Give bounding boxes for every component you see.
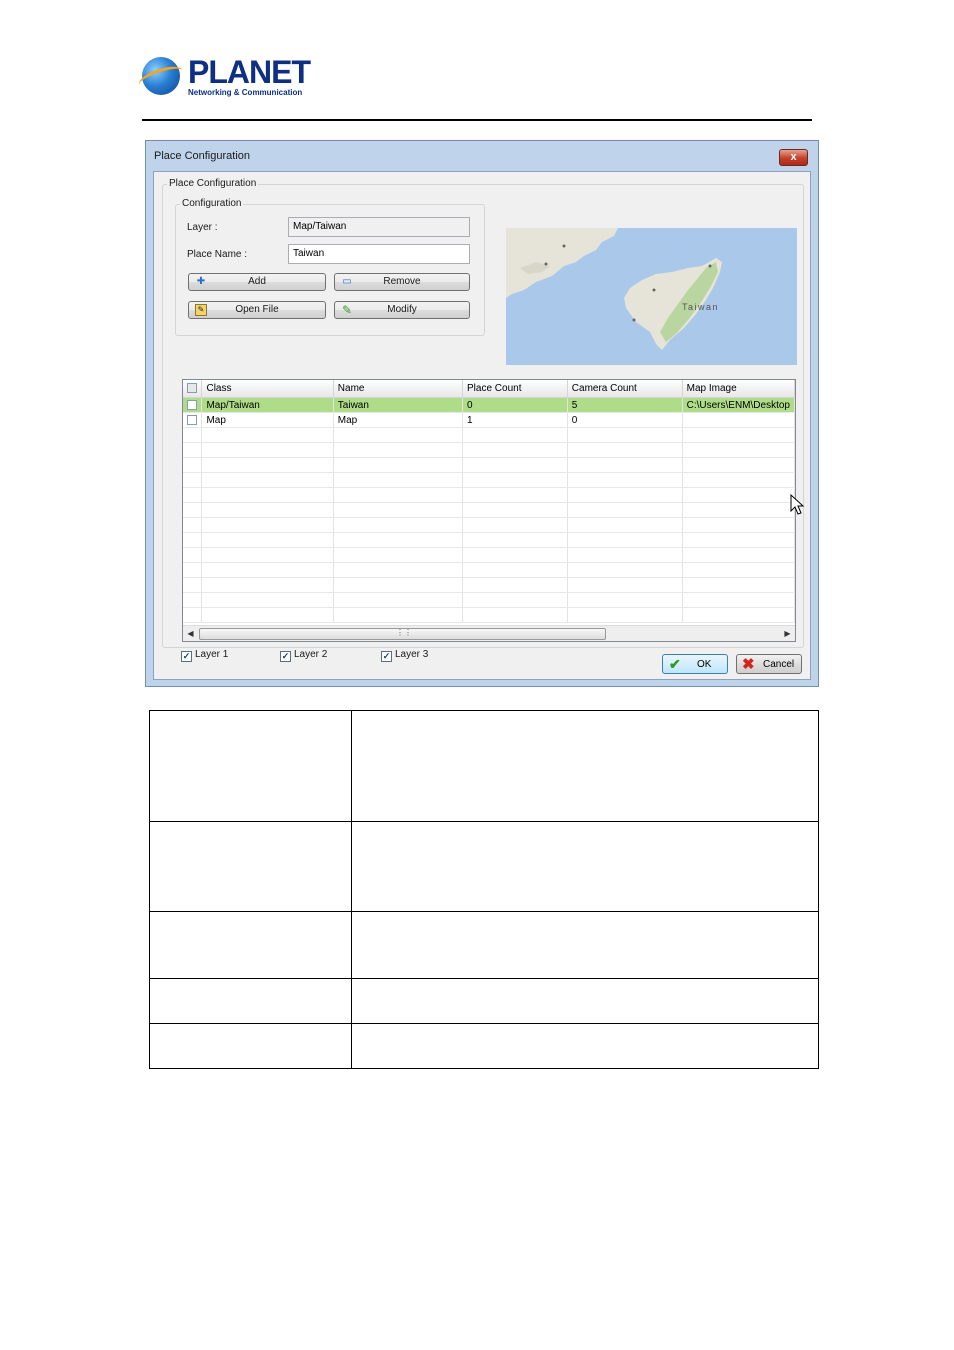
check-icon: ✓ [381, 651, 392, 662]
close-button[interactable]: x [779, 149, 808, 166]
column-header-place-count[interactable]: Place Count [462, 380, 568, 398]
cell-camera-count: 0 [567, 412, 683, 428]
table-row[interactable]: Map Map 1 0 [183, 412, 795, 428]
layer-1-label: Layer 1 [195, 649, 229, 660]
empty-row [183, 562, 795, 578]
table-row [149, 911, 819, 979]
cell-place-count: 0 [462, 397, 568, 413]
add-button[interactable]: ✚ Add [188, 273, 326, 291]
column-header-camera-count[interactable]: Camera Count [567, 380, 683, 398]
empty-row [183, 517, 795, 533]
mouse-cursor-icon [790, 494, 805, 515]
empty-row [183, 487, 795, 503]
map-country-label: Taiwan [682, 302, 719, 312]
table-row [149, 1023, 819, 1069]
column-header-name[interactable]: Name [333, 380, 464, 398]
planet-logo: PLANET Networking & Communication [136, 54, 312, 101]
empty-row [183, 502, 795, 518]
cell-camera-count: 5 [567, 397, 683, 413]
modify-button-label: Modify [387, 304, 417, 315]
place-name-input[interactable]: Taiwan [288, 244, 470, 264]
dialog-title: Place Configuration [154, 150, 251, 162]
cell-name: Taiwan [333, 397, 464, 413]
open-file-button[interactable]: ✎ Open File [188, 301, 326, 319]
configuration-group-label: Configuration [180, 198, 244, 209]
open-file-button-label: Open File [235, 304, 279, 315]
remove-button-label: Remove [383, 276, 421, 287]
check-icon: ✓ [181, 651, 192, 662]
layer-label: Layer : [187, 222, 218, 233]
grid-header-row: Class Name Place Count Camera Count Map … [183, 380, 795, 398]
layer-2-label: Layer 2 [294, 649, 328, 660]
add-button-label: Add [248, 276, 266, 287]
outer-group-label: Place Configuration [167, 178, 259, 189]
places-grid: Class Name Place Count Camera Count Map … [182, 379, 796, 642]
ok-button[interactable]: ✔ OK [662, 654, 728, 674]
select-all-checkbox[interactable] [183, 380, 203, 398]
modify-button[interactable]: ✎ Modify [334, 301, 470, 319]
column-header-map-image[interactable]: Map Image [682, 380, 795, 398]
cancel-button-label: Cancel [763, 659, 795, 670]
cell-place-count: 1 [462, 412, 568, 428]
check-icon: ✓ [280, 651, 291, 662]
header-rule [142, 119, 812, 121]
column-header-class[interactable]: Class [201, 380, 334, 398]
remove-button[interactable]: ▭ Remove [334, 273, 470, 291]
table-row [149, 821, 819, 912]
cell-map-image: C:\Users\ENM\Desktop [682, 397, 795, 413]
empty-row [183, 427, 795, 443]
empty-row [183, 547, 795, 563]
checkmark-icon: ✔ [669, 656, 681, 672]
map-preview: Taiwan [506, 228, 797, 365]
cell-name: Map [333, 412, 464, 428]
taiwan-map: Taiwan [506, 228, 797, 365]
horizontal-scrollbar[interactable]: ◀ ⋮⋮ ▶ [183, 625, 795, 641]
places-table: Class Name Place Count Camera Count Map … [183, 380, 795, 623]
scroll-right-icon[interactable]: ▶ [780, 626, 795, 641]
row-checkbox[interactable] [183, 412, 203, 428]
table-row [149, 978, 819, 1024]
empty-row [183, 442, 795, 458]
brand-name: PLANET [188, 54, 311, 90]
brand-tagline: Networking & Communication [188, 88, 303, 97]
place-configuration-dialog: Place Configuration x Place Configuratio… [145, 140, 819, 687]
layer-3-label: Layer 3 [395, 649, 429, 660]
layer-field: Map/Taiwan [288, 217, 470, 237]
red-x-icon: ✖ [742, 656, 755, 673]
scrollbar-thumb[interactable]: ⋮⋮ [199, 628, 606, 640]
dialog-body: Place Configuration Configuration Layer … [153, 171, 811, 680]
description-table [149, 710, 819, 1069]
ok-button-label: OK [697, 659, 712, 670]
close-icon: x [790, 151, 797, 163]
scroll-left-icon[interactable]: ◀ [183, 626, 198, 641]
layer-1-checkbox[interactable]: ✓ Layer 1 [181, 649, 228, 662]
place-name-label: Place Name : [187, 249, 248, 260]
cell-class: Map [201, 412, 334, 428]
grip-icon: ⋮⋮ [396, 628, 412, 637]
layer-2-checkbox[interactable]: ✓ Layer 2 [280, 649, 327, 662]
layer-3-checkbox[interactable]: ✓ Layer 3 [381, 649, 428, 662]
row-checkbox[interactable] [183, 397, 203, 413]
empty-row [183, 577, 795, 593]
empty-row [183, 457, 795, 473]
table-row[interactable]: Map/Taiwan Taiwan 0 5 C:\Users\ENM\Deskt… [183, 397, 795, 413]
empty-row [183, 607, 795, 623]
empty-row [183, 592, 795, 608]
empty-row [183, 472, 795, 488]
table-row [149, 710, 819, 822]
cell-class: Map/Taiwan [201, 397, 334, 413]
empty-row [183, 532, 795, 548]
cancel-button[interactable]: ✖ Cancel [736, 654, 802, 674]
cell-map-image [682, 412, 795, 428]
